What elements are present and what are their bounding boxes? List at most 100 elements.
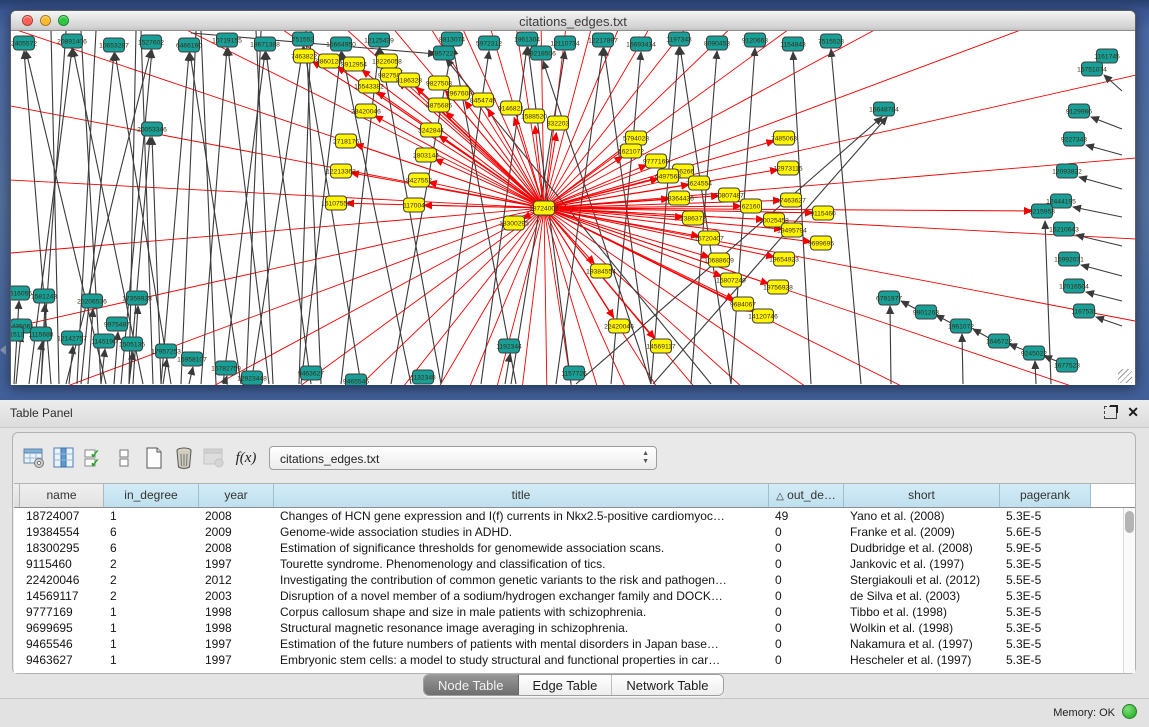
graph-edge[interactable]	[1091, 117, 1122, 129]
graph-edge[interactable]	[304, 47, 361, 384]
table-cell: 5.6E-5	[1000, 524, 1091, 540]
graph-edge[interactable]	[1045, 221, 1051, 384]
graph-node-label: 7463822	[291, 53, 317, 60]
graph-node-label: 16107552	[321, 200, 351, 207]
graph-edge[interactable]	[163, 359, 167, 384]
table-cell: 2008	[199, 540, 274, 556]
table-cell: Dudbridge et al. (2008)	[844, 540, 1000, 556]
table-row[interactable]: 977716911998Corpus callosum shape and si…	[14, 604, 1135, 620]
table-cell: 18724007	[20, 508, 104, 524]
graph-edge[interactable]	[1079, 177, 1122, 189]
graph-edge[interactable]	[505, 354, 510, 384]
graph-edge[interactable]	[544, 208, 565, 385]
table-select-dropdown[interactable]: citations_edges.txt ▲▼	[269, 446, 657, 470]
table-settings-button[interactable]	[19, 443, 49, 473]
table-cell: 5.3E-5	[1000, 652, 1091, 668]
citation-network-graph[interactable]: 2405572208914061065328715276026466160107…	[11, 31, 1135, 385]
table-scrollbar[interactable]	[1123, 508, 1135, 673]
graph-edge[interactable]	[1104, 75, 1122, 91]
graph-edge[interactable]	[14, 301, 19, 384]
graph-edge[interactable]	[1035, 361, 1036, 384]
column-header-name[interactable]: name	[20, 484, 104, 507]
column-header-out_de[interactable]: △ out_de…	[769, 484, 844, 507]
graph-edge[interactable]	[161, 53, 189, 384]
table-row[interactable]: 911546021997Tourette syndrome. Phenomeno…	[14, 556, 1135, 572]
window-resize-grip[interactable]	[1118, 369, 1132, 383]
graph-edge[interactable]	[341, 48, 379, 384]
graph-node-label: 1621072	[618, 148, 644, 155]
graph-edge[interactable]	[189, 367, 193, 384]
graph-edge[interactable]	[890, 306, 891, 384]
tab-edge-table[interactable]: Edge Table	[519, 675, 613, 695]
app-screen: citations_edges.txt 24055722089140610653…	[0, 0, 1149, 727]
graph-edge[interactable]	[901, 301, 916, 309]
function-builder-button[interactable]: f(x)	[229, 450, 263, 467]
column-header-year[interactable]: year	[199, 484, 274, 507]
graph-node-label: 12142757	[57, 335, 87, 342]
float-panel-icon[interactable]	[1104, 406, 1117, 419]
column-select-button[interactable]	[49, 443, 79, 473]
table-header-row: namein_degreeyeartitle△ out_de…shortpage…	[14, 484, 1135, 508]
column-header-short[interactable]: short	[844, 484, 1000, 507]
table-row[interactable]: 1456911722003Disruption of a novel membe…	[14, 588, 1135, 604]
graph-edge[interactable]	[439, 136, 544, 208]
table-row[interactable]: 1830029562008Estimation of significance …	[14, 540, 1135, 556]
table-cell: Genome-wide association studies in ADHD.	[274, 524, 769, 540]
graph-edge[interactable]	[181, 31, 196, 384]
table-row[interactable]: 969969511998Structural magnetic resonanc…	[14, 620, 1135, 636]
table-row[interactable]: 946554611997Estimation of the future num…	[14, 636, 1135, 652]
graph-edge[interactable]	[543, 61, 651, 384]
table-row[interactable]: 2242004622012Investigating the contribut…	[14, 572, 1135, 588]
new-table-button[interactable]	[139, 443, 169, 473]
graph-edge[interactable]	[45, 208, 544, 385]
graph-edge[interactable]	[1081, 265, 1122, 276]
column-header-pagerank[interactable]: pagerank	[1000, 484, 1091, 507]
table-scrollbar-thumb[interactable]	[1125, 511, 1134, 533]
table-row[interactable]: 946362711997Embryonic stem cells: a mode…	[14, 652, 1135, 668]
graph-node-label: 9699695	[808, 240, 834, 247]
table-cell: Stergiakouli et al. (2012)	[844, 572, 1000, 588]
memory-status-indicator[interactable]	[1122, 704, 1137, 719]
graph-edge[interactable]	[793, 52, 811, 384]
column-header-in_degree[interactable]: in_degree	[104, 484, 199, 507]
graph-edge[interactable]	[1073, 207, 1122, 217]
graph-node-label: 2718176	[333, 138, 359, 145]
window-titlebar[interactable]: citations_edges.txt	[11, 11, 1135, 31]
network-canvas[interactable]: 2405572208914061065328715276026466160107…	[11, 31, 1135, 385]
graph-edge[interactable]	[544, 31, 1135, 208]
graph-node-label: 8860128	[316, 58, 342, 65]
close-panel-icon[interactable]: ✕	[1127, 405, 1139, 419]
graph-node-label: 832203	[547, 120, 570, 127]
table-row[interactable]: 1872400712008Changes of HCN gene express…	[14, 508, 1135, 524]
table-cell: Structural magnetic resonance image aver…	[274, 620, 769, 636]
graph-node-label: 16782759	[211, 365, 241, 372]
collapse-panel-arrow-icon[interactable]	[0, 345, 6, 355]
column-header-title[interactable]: title	[274, 484, 769, 507]
table-cell: 9699695	[20, 620, 104, 636]
graph-edge[interactable]	[1086, 292, 1122, 301]
graph-edge[interactable]	[301, 52, 341, 384]
table-cell: 5.3E-5	[1000, 620, 1091, 636]
tab-node-table[interactable]: Node Table	[424, 675, 519, 695]
table-row[interactable]: 1938455462009Genome-wide association stu…	[14, 524, 1135, 540]
graph-edge[interactable]	[129, 31, 136, 384]
graph-edge[interactable]	[299, 31, 311, 384]
graph-edge[interactable]	[190, 53, 241, 384]
graph-edge[interactable]	[306, 31, 321, 384]
graph-edge[interactable]	[731, 48, 755, 384]
graph-edge[interactable]	[355, 144, 544, 208]
table-cell: Changes of HCN gene expression and I(f) …	[274, 508, 769, 524]
unselect-all-button[interactable]	[109, 443, 139, 473]
graph-edge[interactable]	[973, 329, 989, 338]
graph-edge[interactable]	[69, 346, 73, 384]
delete-rows-button[interactable]	[169, 443, 199, 473]
tab-network-table[interactable]: Network Table	[612, 675, 722, 695]
graph-node-label: 19495794	[777, 227, 807, 234]
select-all-button[interactable]: ✓✓	[79, 443, 109, 473]
graph-edge[interactable]	[1086, 145, 1122, 155]
graph-edge[interactable]	[962, 334, 963, 384]
graph-edge[interactable]	[1096, 317, 1122, 326]
graph-node-label: 16648784	[869, 106, 899, 113]
graph-node-label: 12125439	[364, 37, 394, 44]
graph-edge[interactable]	[141, 31, 153, 384]
